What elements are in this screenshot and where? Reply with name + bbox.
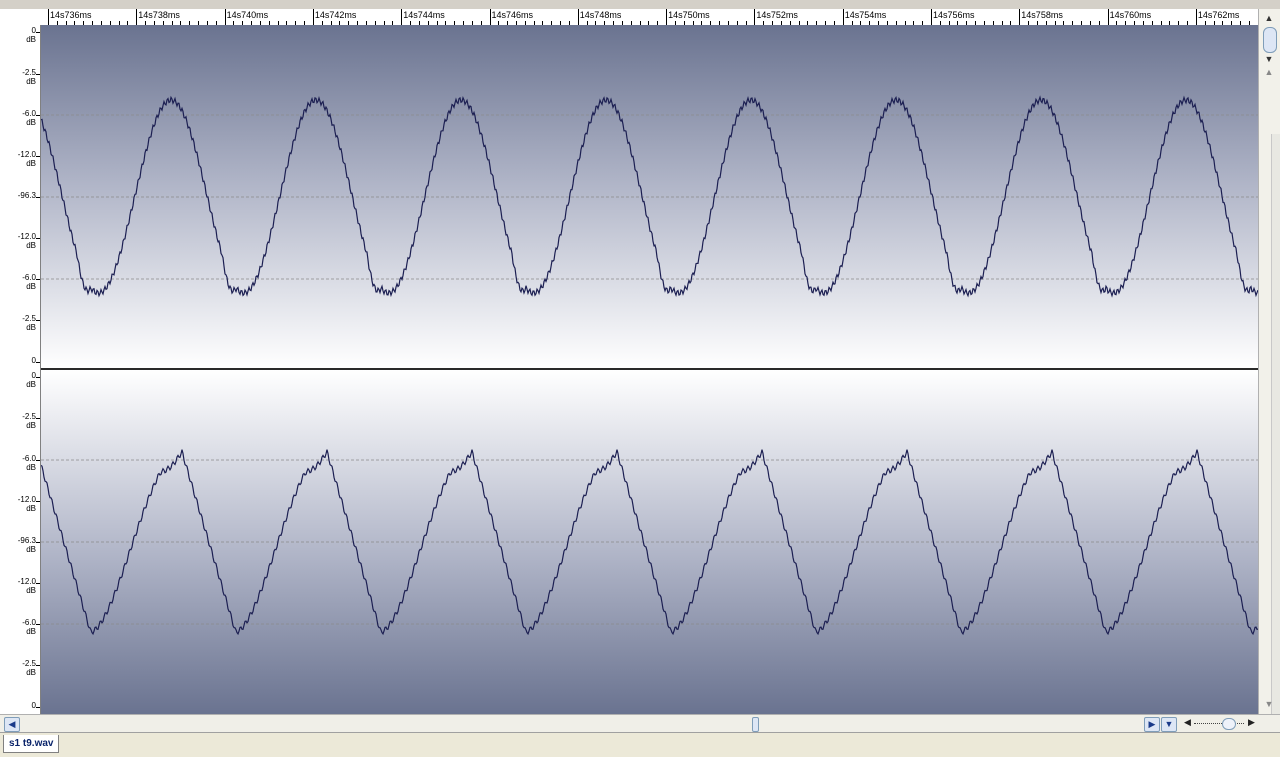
db-unit-label: dB [26, 504, 36, 514]
time-major-tick [136, 9, 137, 25]
db-unit-label: dB [26, 380, 36, 390]
db-unit-label: dB [26, 668, 36, 678]
zoom-slider-track[interactable] [1194, 723, 1244, 725]
db-tick [36, 665, 40, 666]
arrow-down-icon[interactable]: ▼ [1262, 53, 1276, 65]
time-tick-label: 14s744ms [403, 10, 445, 20]
file-tab-bar: s1 t9.wav [0, 732, 1280, 757]
horizontal-scroll-thumb[interactable] [752, 717, 759, 732]
arrow-up-icon[interactable]: ▲ [1262, 12, 1276, 24]
db-tick [36, 362, 40, 363]
arrow-left-icon[interactable]: ◀ [4, 717, 20, 732]
db-unit-label: dB [26, 159, 36, 169]
time-major-tick [313, 9, 314, 25]
time-major-tick [843, 9, 844, 25]
waveform-svg[interactable] [41, 25, 1258, 714]
db-tick [36, 624, 40, 625]
channel-top-background [41, 25, 1258, 368]
db-unit-label: dB [26, 241, 36, 251]
db-tick [36, 320, 40, 321]
time-tick-label: 14s760ms [1110, 10, 1152, 20]
db-tick-label: -96.3 [18, 191, 36, 201]
db-tick [36, 460, 40, 461]
vertical-zoom-thumb[interactable] [1263, 27, 1277, 53]
time-major-tick [1108, 9, 1109, 25]
db-ruler: 0dB-2.5dB-6.0dB-12.0dB-96.3-12.0dB-6.0dB… [0, 25, 41, 714]
time-tick-label: 14s762ms [1198, 10, 1240, 20]
db-unit-label: dB [26, 282, 36, 292]
db-tick [36, 279, 40, 280]
vertical-scroll-track[interactable] [1271, 134, 1280, 714]
zoom-in-icon[interactable]: ▶ [1248, 717, 1255, 728]
time-tick-label: 14s742ms [315, 10, 357, 20]
db-tick [36, 542, 40, 543]
vertical-scrollbar[interactable]: ▲ ▼ ▲ ▼ [1258, 9, 1280, 714]
time-tick-label: 14s736ms [50, 10, 92, 20]
db-tick-label: 0 [32, 356, 36, 366]
db-tick [36, 377, 40, 378]
tab-file[interactable]: s1 t9.wav [3, 735, 59, 753]
db-tick-label: 0 [32, 701, 36, 711]
db-tick [36, 156, 40, 157]
db-tick [36, 583, 40, 584]
db-unit-label: dB [26, 545, 36, 555]
arrow-down-small-icon[interactable]: ▼ [1262, 699, 1276, 711]
horizontal-scrollbar[interactable]: ◀ ▶ ▼ ◀ ▶ [0, 714, 1280, 733]
db-unit-label: dB [26, 463, 36, 473]
time-tick-label: 14s748ms [580, 10, 622, 20]
db-unit-label: dB [26, 586, 36, 596]
db-unit-label: dB [26, 35, 36, 45]
db-tick [36, 32, 40, 33]
time-tick-label: 14s750ms [668, 10, 710, 20]
db-tick [36, 418, 40, 419]
channel-divider [41, 368, 1258, 370]
time-tick-label: 14s754ms [845, 10, 887, 20]
time-major-tick [225, 9, 226, 25]
waveform-display[interactable] [41, 25, 1258, 714]
time-major-tick [48, 9, 49, 25]
db-unit-label: dB [26, 118, 36, 128]
time-tick-label: 14s738ms [138, 10, 180, 20]
time-tick-label: 14s756ms [933, 10, 975, 20]
db-tick [36, 707, 40, 708]
db-tick [36, 501, 40, 502]
time-major-tick [401, 9, 402, 25]
arrow-up-small-icon[interactable]: ▲ [1262, 67, 1276, 85]
time-major-tick [1196, 9, 1197, 25]
time-tick-label: 14s758ms [1021, 10, 1063, 20]
time-major-tick [1019, 9, 1020, 25]
db-unit-label: dB [26, 627, 36, 637]
db-unit-label: dB [26, 323, 36, 333]
time-major-tick [490, 9, 491, 25]
time-major-tick [931, 9, 932, 25]
time-tick-label: 14s740ms [227, 10, 269, 20]
zoom-out-icon[interactable]: ◀ [1184, 717, 1191, 728]
zoom-slider-thumb[interactable] [1222, 718, 1236, 730]
db-unit-label: dB [26, 421, 36, 431]
db-tick [36, 238, 40, 239]
arrow-right-icon[interactable]: ▶ [1144, 717, 1160, 732]
db-tick [36, 74, 40, 75]
time-tick-label: 14s746ms [492, 10, 534, 20]
time-major-tick [666, 9, 667, 25]
time-major-tick [754, 9, 755, 25]
time-tick-label: 14s752ms [756, 10, 798, 20]
time-ruler[interactable]: 14s736ms 14s738ms 14s740ms 14s742ms 14s744ms… [0, 9, 1258, 26]
arrow-down-icon[interactable]: ▼ [1161, 717, 1177, 732]
time-major-tick [578, 9, 579, 25]
db-unit-label: dB [26, 77, 36, 87]
db-tick [36, 115, 40, 116]
db-tick [36, 197, 40, 198]
